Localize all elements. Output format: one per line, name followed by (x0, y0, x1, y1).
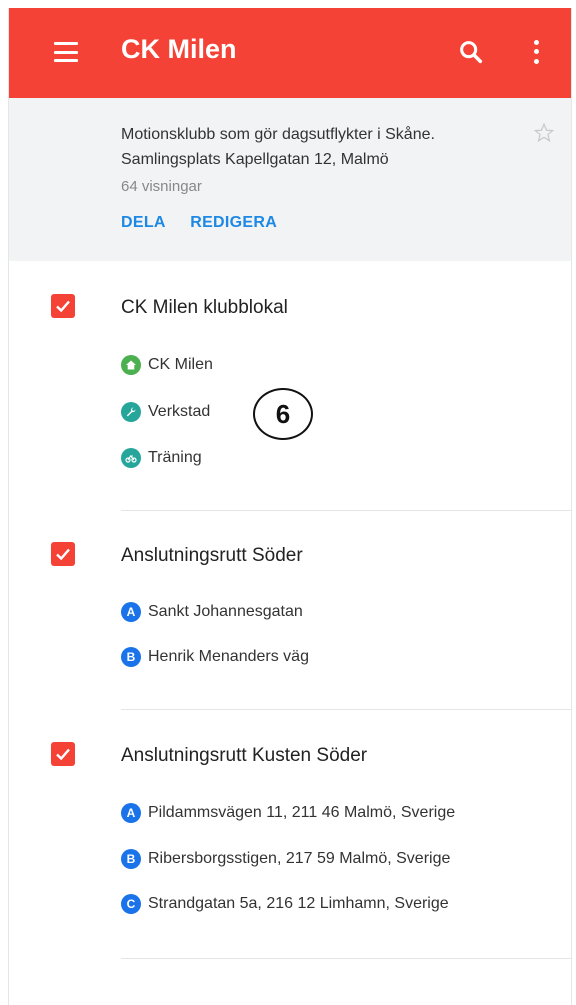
layer-ck-milen-klubblokal: CK Milen klubblokal CK Milen Verkstad Tr… (9, 261, 571, 511)
item-label: Träning (148, 449, 202, 466)
menu-icon[interactable] (54, 42, 78, 62)
search-icon[interactable] (457, 38, 485, 66)
list-item[interactable]: A Pildammsvägen 11, 211 46 Malmö, Sverig… (121, 802, 455, 824)
divider (121, 958, 571, 959)
app-bar: CK Milen (9, 8, 571, 98)
view-count: 64 visningar (121, 178, 202, 195)
map-legend-panel: CK Milen Motionsklubb som gör dagsutflyk… (8, 8, 572, 1005)
check-icon (56, 748, 70, 761)
list-item[interactable]: CK Milen (121, 354, 213, 376)
list-item[interactable]: C Strandgatan 5a, 216 12 Limhamn, Sverig… (121, 893, 449, 915)
list-item[interactable]: B Henrik Menanders väg (121, 646, 309, 668)
layer-title: Anslutningsrutt Kusten Söder (121, 745, 368, 766)
layer-title: CK Milen klubblokal (121, 297, 288, 318)
check-icon (56, 300, 70, 313)
marker-c-icon: C (121, 894, 141, 914)
marker-a-icon: A (121, 803, 141, 823)
marker-b-icon: B (121, 849, 141, 869)
marker-a-icon: A (121, 602, 141, 622)
edit-button[interactable]: REDIGERA (190, 214, 277, 231)
layer-title: Anslutningsrutt Söder (121, 545, 303, 566)
item-label: Pildammsvägen 11, 211 46 Malmö, Sverige (148, 804, 456, 821)
list-item[interactable]: Verkstad (121, 401, 210, 423)
marker-b-icon: B (121, 647, 141, 667)
more-vert-icon[interactable] (529, 38, 543, 66)
star-icon[interactable] (533, 122, 555, 144)
layer-checkbox[interactable] (51, 542, 75, 566)
wrench-icon (121, 402, 141, 422)
layer-anslutningsrutt-soder: Anslutningsrutt Söder A Sankt Johannesga… (9, 511, 571, 711)
item-label: Ribersborgsstigen, 217 59 Malmö, Sverige (148, 850, 451, 867)
map-description: Motionsklubb som gör dagsutflykter i Skå… (121, 126, 435, 168)
list-item[interactable]: B Ribersborgsstigen, 217 59 Malmö, Sveri… (121, 848, 450, 870)
page-title: CK Milen (121, 34, 237, 64)
map-info-section: Motionsklubb som gör dagsutflykter i Skå… (9, 98, 571, 261)
share-button[interactable]: DELA (121, 214, 166, 231)
annotation-badge: 6 (253, 388, 313, 440)
item-label: Henrik Menanders väg (148, 648, 309, 665)
item-label: Sankt Johannesgatan (148, 603, 303, 620)
item-label: Strandgatan 5a, 216 12 Limhamn, Sverige (148, 895, 449, 912)
check-icon (56, 548, 70, 561)
bike-icon (121, 448, 141, 468)
layer-checkbox[interactable] (51, 294, 75, 318)
layer-checkbox[interactable] (51, 742, 75, 766)
list-item[interactable]: A Sankt Johannesgatan (121, 601, 303, 623)
layer-anslutningsrutt-kusten-soder: Anslutningsrutt Kusten Söder A Pildammsv… (9, 709, 571, 959)
item-label: Verkstad (148, 403, 211, 420)
item-label: CK Milen (148, 356, 213, 373)
home-icon (121, 355, 141, 375)
info-actions: DELA REDIGERA (121, 214, 297, 232)
list-item[interactable]: Träning (121, 447, 202, 469)
